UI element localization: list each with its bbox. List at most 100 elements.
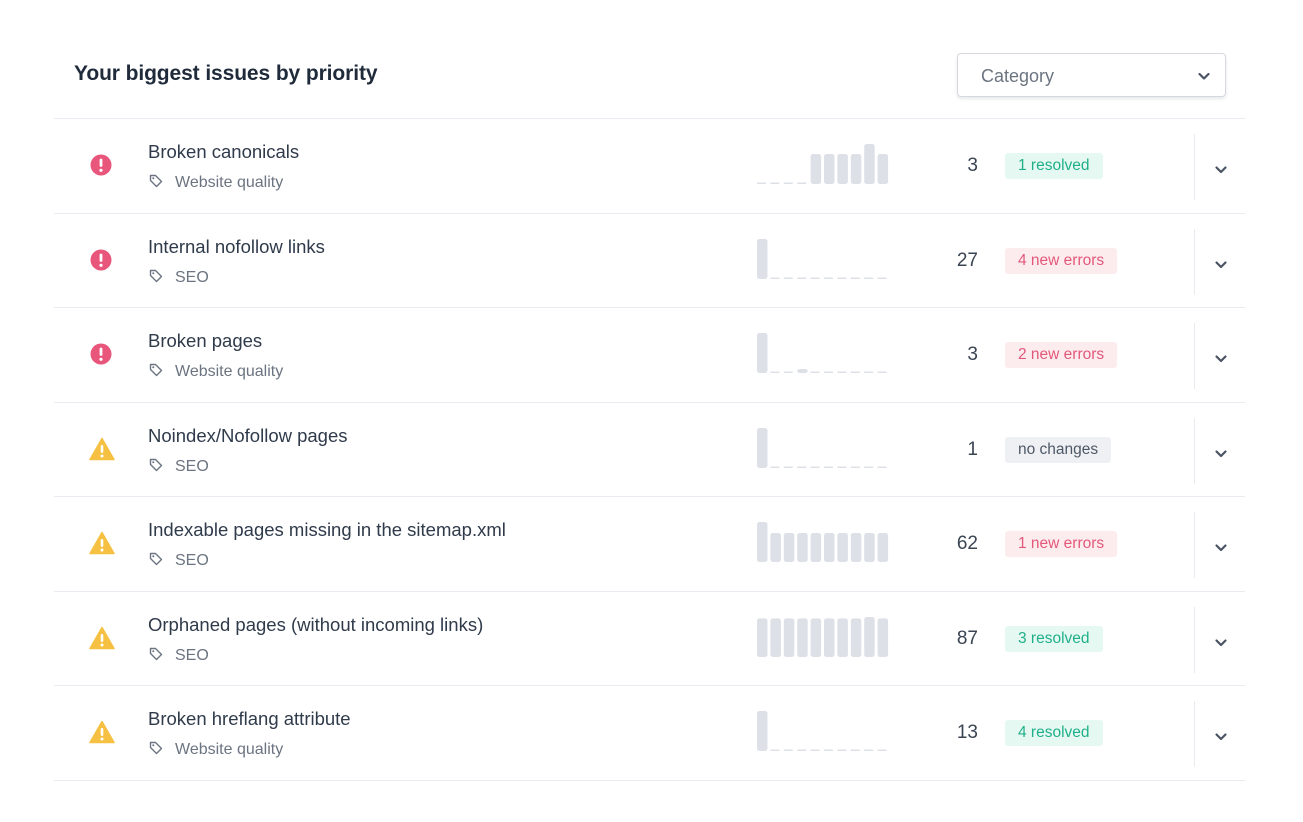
issue-row[interactable]: Broken hreflang attribute Website qualit… — [54, 686, 1245, 781]
trend-bar — [850, 617, 862, 657]
tag-label: SEO — [175, 268, 209, 286]
tag-icon — [149, 552, 163, 566]
issue-row[interactable]: Broken canonicals Website quality 3 1 re… — [54, 119, 1245, 214]
trend-bar — [797, 617, 808, 657]
trend-bar — [864, 144, 875, 184]
issues-list: Broken canonicals Website quality 3 1 re… — [54, 119, 1245, 781]
trend-bar — [864, 532, 875, 562]
trend-bar-empty — [810, 466, 820, 468]
trend-bar-empty — [797, 277, 807, 279]
expand-button[interactable] — [1206, 155, 1236, 179]
trend-bar — [824, 154, 835, 184]
category-select-label: Category — [981, 66, 1055, 86]
page-title: Your biggest issues by priority — [74, 62, 378, 85]
issue-count: 27 — [956, 249, 978, 271]
divider — [1194, 512, 1195, 578]
trend-bar — [770, 532, 781, 562]
warning-icon — [89, 531, 115, 555]
issue-title: Noindex/Nofollow pages — [148, 424, 348, 446]
trend-bar — [810, 617, 822, 657]
trend-bar-empty — [783, 277, 793, 279]
change-badge: 4 new errors — [1005, 247, 1118, 274]
trend-bar-empty — [850, 749, 860, 751]
tag-label: Website quality — [175, 174, 284, 191]
trend-bar-empty — [824, 749, 833, 751]
chevron-down-icon — [1215, 166, 1227, 174]
issue-row[interactable]: Orphaned pages (without incoming links) … — [54, 592, 1245, 686]
trend-bar-empty — [850, 371, 860, 373]
divider — [1194, 134, 1195, 200]
trend-bar — [797, 532, 808, 562]
issue-title: Internal nofollow links — [148, 235, 325, 257]
trend-bar-empty — [797, 466, 807, 468]
trend-bar — [757, 522, 768, 562]
divider — [1194, 606, 1195, 673]
expand-button[interactable] — [1206, 250, 1236, 274]
expand-button[interactable] — [1206, 344, 1236, 368]
trend-bar-empty — [810, 277, 820, 279]
change-badge: 4 resolved — [1005, 720, 1103, 746]
chevron-down-icon — [1215, 733, 1227, 741]
trend-bar-empty — [824, 466, 833, 468]
category-select[interactable]: Category — [957, 53, 1226, 97]
issue-count: 87 — [956, 627, 978, 649]
change-badge: 2 new errors — [1005, 342, 1118, 368]
trend-bar-empty — [864, 466, 874, 468]
trend-bar — [757, 617, 768, 657]
trend-bar-empty — [837, 466, 847, 468]
trend-bar-empty — [783, 466, 793, 468]
chevron-down-icon — [1215, 355, 1227, 363]
tag-label: SEO — [175, 552, 209, 569]
issue-row[interactable]: Broken pages Website quality 3 2 new err… — [54, 308, 1245, 403]
panel-header: Your biggest issues by priority Category — [54, 0, 1245, 119]
tag-icon — [149, 174, 163, 188]
trend-bar — [810, 154, 822, 184]
trend-bar — [810, 532, 822, 562]
change-badge: 1 new errors — [1005, 531, 1118, 557]
trend-bar-empty — [864, 277, 874, 279]
issue-count: 13 — [956, 722, 978, 743]
trend-sparkline — [757, 522, 889, 562]
expand-button[interactable] — [1206, 533, 1236, 557]
trend-bar — [770, 617, 781, 657]
tag-icon — [149, 647, 163, 661]
issue-title: Indexable pages missing in the sitemap.x… — [148, 519, 506, 540]
tag-icon — [149, 458, 163, 472]
trend-bar — [824, 532, 835, 562]
chevron-down-icon — [1215, 449, 1227, 457]
trend-bar-empty — [864, 371, 874, 373]
trend-sparkline — [757, 711, 887, 751]
trend-bar-empty — [824, 277, 833, 279]
chevron-down-icon — [1215, 260, 1227, 268]
expand-button[interactable] — [1206, 722, 1236, 746]
trend-bar — [757, 333, 768, 373]
issue-title: Broken canonicals — [148, 141, 300, 162]
trend-bar-empty — [757, 182, 766, 184]
trend-bar — [783, 617, 795, 657]
trend-bar-empty — [877, 371, 887, 373]
chevron-down-icon — [1215, 544, 1227, 552]
issue-row[interactable]: Indexable pages missing in the sitemap.x… — [54, 497, 1245, 592]
divider — [1194, 701, 1195, 767]
trend-bar — [877, 154, 889, 184]
trend-bar-empty — [837, 277, 847, 279]
trend-sparkline — [757, 144, 889, 184]
trend-bar — [850, 532, 862, 562]
trend-sparkline — [757, 333, 887, 373]
trend-bar-empty — [770, 371, 780, 373]
trend-bar — [757, 711, 768, 751]
issue-row[interactable]: Internal nofollow links SEO 27 4 new err… — [54, 214, 1245, 308]
trend-bar-empty — [797, 749, 807, 751]
expand-button[interactable] — [1206, 628, 1236, 652]
issue-row[interactable]: Noindex/Nofollow pages SEO 1 no changes — [54, 403, 1245, 497]
trend-bar — [877, 617, 889, 657]
trend-bar — [877, 532, 889, 562]
trend-bar-empty — [770, 277, 780, 279]
trend-bar-empty — [850, 277, 860, 279]
error-icon — [89, 248, 113, 272]
expand-button[interactable] — [1206, 439, 1236, 463]
divider — [1194, 228, 1195, 295]
trend-bar-empty — [783, 182, 793, 184]
trend-bar — [757, 238, 768, 279]
trend-bar-empty — [770, 466, 780, 468]
